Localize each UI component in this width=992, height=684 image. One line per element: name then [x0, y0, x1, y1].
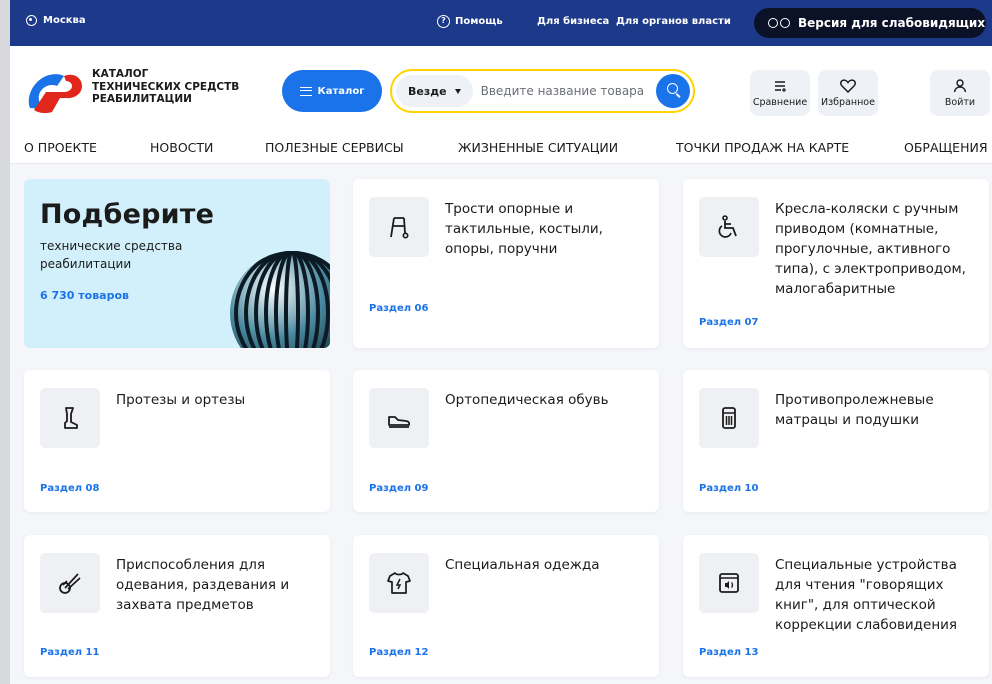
category-title: Ортопедическая обувь: [445, 392, 609, 408]
top-bar: Москва ? Помощь Для бизнеса Для органов …: [10, 0, 992, 46]
nav-item-sales-map[interactable]: ТОЧКИ ПРОДАЖ НА КАРТЕ: [676, 140, 849, 155]
compare-label: Сравнение: [752, 96, 808, 108]
location-pin-icon: [26, 15, 37, 26]
catalog-label: Каталог: [317, 85, 365, 97]
shoe-icon: [369, 388, 429, 448]
tshirt-icon: [369, 553, 429, 613]
category-section: Раздел 08: [40, 483, 100, 494]
category-section: Раздел 07: [699, 317, 759, 328]
category-title: Специальная одежда: [445, 557, 600, 573]
category-section: Раздел 12: [369, 647, 429, 658]
search-input[interactable]: [480, 84, 657, 98]
visually-impaired-label: Версия для слабовидящих: [798, 16, 986, 30]
glasses-icon: [768, 18, 790, 28]
prosthesis-icon: [40, 388, 100, 448]
logo-line-3: РЕАБИЛИТАЦИИ: [92, 93, 192, 105]
catalog-button[interactable]: Каталог: [282, 70, 382, 112]
question-icon: ?: [437, 15, 450, 28]
category-title: Специальные устройства для чтения "говор…: [775, 557, 958, 633]
category-title: Кресла-коляски с ручным приводом (комнат…: [775, 201, 966, 297]
category-title: Протезы и ортезы: [116, 392, 246, 408]
city-label: Москва: [43, 15, 86, 26]
category-title: Приспособления для одевания, раздевания …: [116, 557, 290, 613]
category-card[interactable]: Специальные устройства для чтения "говор…: [683, 535, 989, 677]
hero-count[interactable]: 6 730 товаров: [40, 289, 129, 302]
category-title: Противопролежневые матрацы и подушки: [775, 392, 934, 428]
category-card[interactable]: Протезы и ортезы Раздел 08: [24, 370, 330, 512]
walker-icon: [369, 197, 429, 257]
category-card[interactable]: Специальная одежда Раздел 12: [353, 535, 659, 677]
caret-down-icon: [454, 88, 461, 94]
main-nav: О ПРОЕКТЕ НОВОСТИ ПОЛЕЗНЫЕ СЕРВИСЫ ЖИЗНЕ…: [10, 132, 992, 164]
category-card[interactable]: Ортопедическая обувь Раздел 09: [353, 370, 659, 512]
help-link[interactable]: ? Помощь: [437, 15, 503, 28]
header: КАТАЛОГ ТЕХНИЧЕСКИХ СРЕДСТВ РЕАБИЛИТАЦИИ…: [10, 46, 992, 132]
grabber-icon: [40, 553, 100, 613]
category-section: Раздел 13: [699, 647, 759, 658]
category-section: Раздел 10: [699, 483, 759, 494]
government-link[interactable]: Для органов власти: [616, 16, 731, 27]
category-card[interactable]: Кресла-коляски с ручным приводом (комнат…: [683, 179, 989, 348]
search-scope-dropdown[interactable]: Везде: [396, 75, 473, 107]
category-section: Раздел 09: [369, 483, 429, 494]
category-card[interactable]: Противопролежневые матрацы и подушки Раз…: [683, 370, 989, 512]
hero-title: Подберите: [40, 199, 215, 230]
menu-icon: [299, 86, 312, 96]
sfr-logo[interactable]: [24, 68, 86, 116]
login-label: Войти: [944, 96, 976, 108]
category-card[interactable]: Трости опорные и тактильные, костыли, оп…: [353, 179, 659, 348]
sphere-illustration-icon: [230, 251, 330, 348]
nav-item-appeals[interactable]: ОБРАЩЕНИЯ: [904, 140, 988, 155]
nav-item-about[interactable]: О ПРОЕКТЕ: [24, 140, 97, 155]
visually-impaired-button[interactable]: Версия для слабовидящих: [754, 8, 986, 38]
heart-icon: [840, 78, 856, 93]
hero-subtitle: технические средства реабилитации: [40, 239, 183, 271]
nav-item-life-situations[interactable]: ЖИЗНЕННЫЕ СИТУАЦИИ: [458, 140, 618, 155]
favorites-label: Избранное: [821, 96, 875, 108]
favorites-button[interactable]: Избранное: [818, 70, 878, 116]
category-section: Раздел 06: [369, 303, 429, 314]
search-scope-value: Везде: [408, 84, 447, 98]
category-title: Трости опорные и тактильные, костыли, оп…: [445, 201, 603, 257]
hero-card[interactable]: Подберите технические средства реабилита…: [24, 179, 330, 348]
search-bar: Везде: [390, 69, 695, 113]
user-icon: [953, 78, 967, 92]
category-section: Раздел 11: [40, 647, 100, 658]
help-label: Помощь: [455, 16, 503, 27]
business-link[interactable]: Для бизнеса: [537, 16, 609, 27]
category-card[interactable]: Приспособления для одевания, раздевания …: [24, 535, 330, 677]
search-icon: [667, 83, 678, 94]
mattress-icon: [699, 388, 759, 448]
logo-line-1: КАТАЛОГ: [92, 68, 149, 80]
compare-icon: [775, 80, 786, 92]
audiobook-icon: [699, 553, 759, 613]
nav-item-news[interactable]: НОВОСТИ: [150, 140, 213, 155]
page: Москва ? Помощь Для бизнеса Для органов …: [10, 0, 992, 684]
city-selector[interactable]: Москва: [26, 15, 86, 26]
wheelchair-icon: [699, 197, 759, 257]
logo-text: КАТАЛОГ ТЕХНИЧЕСКИХ СРЕДСТВ РЕАБИЛИТАЦИИ: [92, 68, 239, 106]
nav-item-services[interactable]: ПОЛЕЗНЫЕ СЕРВИСЫ: [265, 140, 404, 155]
compare-button[interactable]: Сравнение: [750, 70, 810, 116]
login-button[interactable]: Войти: [930, 70, 990, 116]
search-button[interactable]: [656, 74, 690, 108]
logo-line-2: ТЕХНИЧЕСКИХ СРЕДСТВ: [92, 80, 240, 93]
